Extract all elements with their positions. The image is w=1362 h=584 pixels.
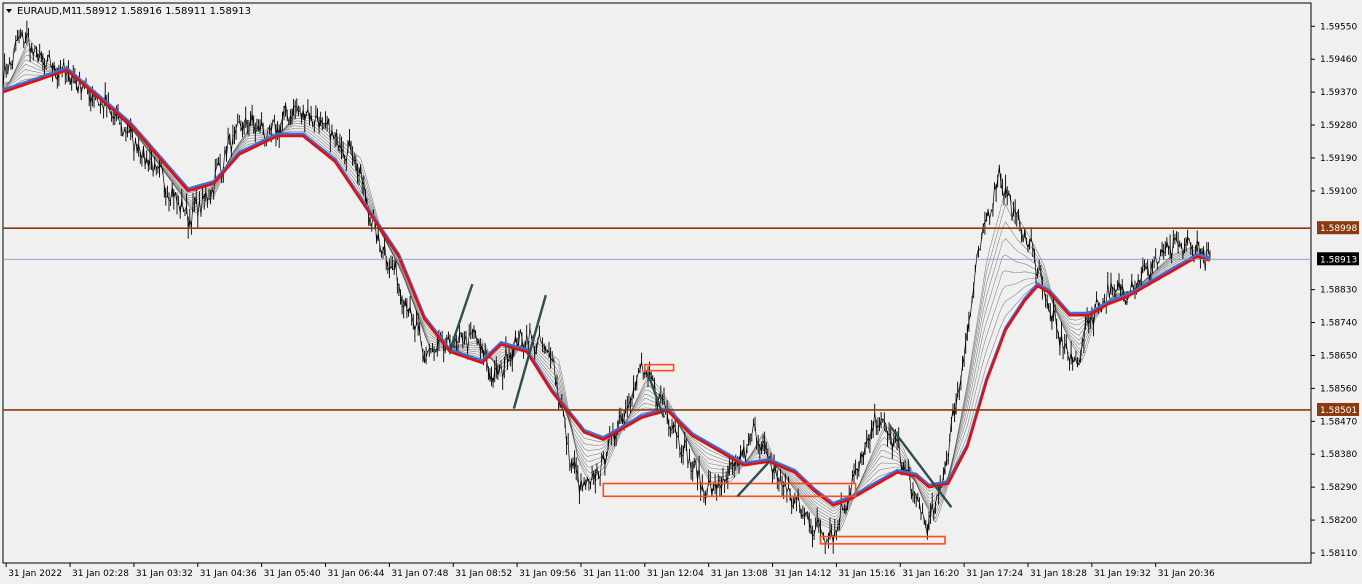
time-tick-label: 31 Jan 19:32 bbox=[1094, 569, 1151, 579]
price-tick-label: 1.58470 bbox=[1320, 417, 1357, 427]
price-tick-label: 1.58830 bbox=[1320, 286, 1357, 296]
time-tick-label: 31 Jan 08:52 bbox=[455, 569, 512, 579]
time-axis: 31 Jan 2022 31 Jan 02:28 31 Jan 03:32 31 Ja… bbox=[5, 563, 1215, 579]
plot-frame bbox=[2, 2, 1312, 564]
price-tick-label: 1.59190 bbox=[1320, 154, 1357, 164]
price-tick-label: 1.58200 bbox=[1320, 516, 1357, 526]
time-tick-label: 31 Jan 13:08 bbox=[711, 569, 768, 579]
price-tick-label: 1.59460 bbox=[1320, 55, 1357, 65]
current-price-label: 1.58913 bbox=[1320, 255, 1357, 265]
symbol-label: EURAUD,M1 bbox=[17, 6, 77, 17]
price-chart[interactable]: 1.589981.585011.58913 1.595501.594601.59… bbox=[0, 0, 1362, 584]
chart-header: EURAUD,M1 1.58912 1.58916 1.58911 1.5891… bbox=[6, 6, 251, 17]
level-tag-label: 1.58501 bbox=[1320, 406, 1357, 416]
price-tick-label: 1.59100 bbox=[1320, 187, 1357, 197]
time-tick-label: 31 Jan 18:28 bbox=[1030, 569, 1087, 579]
price-axis: 1.59550 1.59460 1.59370 1.59280 1.59190 1.591… bbox=[1311, 22, 1357, 559]
time-tick-label: 31 Jan 03:32 bbox=[136, 569, 193, 579]
price-tick-label: 1.58110 bbox=[1320, 549, 1357, 559]
level-tag-label: 1.58998 bbox=[1320, 224, 1357, 234]
time-tick-label: 31 Jan 02:28 bbox=[72, 569, 129, 579]
time-tick-label: 31 Jan 06:44 bbox=[328, 569, 385, 579]
price-tick-label: 1.58380 bbox=[1320, 450, 1357, 460]
time-tick-label: 31 Jan 17:24 bbox=[966, 569, 1023, 579]
time-tick-label: 31 Jan 20:36 bbox=[1158, 569, 1215, 579]
price-tick-label: 1.58740 bbox=[1320, 319, 1357, 329]
chart-window[interactable]: 1.58998 1.58501 1.58913 1.59550 1.59460 1.59… bbox=[0, 0, 1362, 584]
time-tick-label: 31 Jan 05:40 bbox=[264, 569, 321, 579]
price-tick-label: 1.59370 bbox=[1320, 88, 1357, 98]
time-tick-label: 31 Jan 14:12 bbox=[775, 569, 832, 579]
time-tick-label: 31 Jan 12:04 bbox=[647, 569, 704, 579]
price-tick-label: 1.58650 bbox=[1320, 351, 1357, 361]
ohlc-values: 1.58912 1.58916 1.58911 1.58913 bbox=[76, 6, 251, 17]
price-tick-label: 1.59280 bbox=[1320, 121, 1357, 131]
time-tick-label: 31 Jan 11:00 bbox=[583, 569, 640, 579]
time-tick-label: 31 Jan 15:16 bbox=[838, 569, 895, 579]
time-tick-label: 31 Jan 16:20 bbox=[902, 569, 959, 579]
time-tick-label: 31 Jan 07:48 bbox=[391, 569, 448, 579]
time-tick-label: 31 Jan 09:56 bbox=[519, 569, 576, 579]
price-tick-label: 1.59550 bbox=[1320, 22, 1357, 32]
time-tick-label: 31 Jan 2022 bbox=[8, 569, 62, 579]
price-tick-label: 1.58560 bbox=[1320, 384, 1357, 394]
time-tick-label: 31 Jan 04:36 bbox=[200, 569, 257, 579]
price-tick-label: 1.58290 bbox=[1320, 483, 1357, 493]
